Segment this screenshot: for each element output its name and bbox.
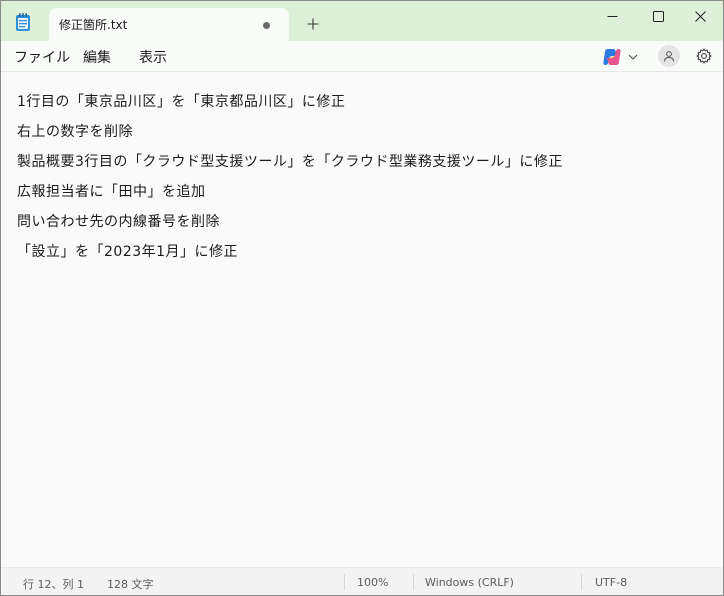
gear-icon [696,48,712,64]
tab-title: 修正箇所.txt [59,18,128,32]
status-bar: 行 12、列 1 128 文字 100% Windows (CRLF) UTF-… [1,567,723,595]
line-ending[interactable]: Windows (CRLF) [425,576,514,589]
notepad-window: 修正箇所.txt ファイル 編集 表示 1行目の「東京品川区」を「東京都品川区」… [0,0,724,596]
menu-view[interactable]: 表示 [139,47,167,67]
zoom-level[interactable]: 100% [357,576,388,589]
chevron-down-icon [628,54,638,60]
text-editor[interactable]: 1行目の「東京品川区」を「東京都品川区」に修正 右上の数字を削除 製品概要3行目… [1,73,723,567]
text-line: 製品概要3行目の「クラウド型支援ツール」を「クラウド型業務支援ツール」に修正 [17,154,563,170]
menu-bar: ファイル 編集 表示 [1,41,723,72]
status-divider [581,574,582,590]
maximize-icon [652,10,664,22]
tab-active-document[interactable]: 修正箇所.txt [49,8,289,41]
text-line: 「設立」を「2023年1月」に修正 [17,244,239,260]
close-icon [694,10,706,22]
close-button[interactable] [677,1,723,31]
text-line: 問い合わせ先の内線番号を削除 [17,214,220,230]
notepad-icon [15,13,31,31]
menu-file[interactable]: ファイル [14,47,70,67]
text-line: 右上の数字を削除 [17,124,133,140]
minimize-icon [607,15,617,17]
minimize-button[interactable] [589,1,635,31]
copilot-icon [603,49,621,65]
profile-icon [664,51,674,62]
unsaved-dot-icon[interactable] [263,22,270,29]
status-divider [413,574,414,590]
plus-icon [307,18,319,30]
encoding[interactable]: UTF-8 [595,576,627,589]
status-divider [344,574,345,590]
settings-button[interactable] [693,45,715,67]
text-line: 1行目の「東京品川区」を「東京都品川区」に修正 [17,94,346,110]
maximize-button[interactable] [635,1,681,31]
copilot-button[interactable] [601,46,643,68]
character-count: 128 文字 [107,578,154,591]
text-line: 広報担当者に「田中」を追加 [17,184,206,200]
title-bar[interactable]: 修正箇所.txt [1,1,723,41]
menu-edit[interactable]: 編集 [83,47,111,67]
cursor-position[interactable]: 行 12、列 1 [23,576,84,592]
new-tab-button[interactable] [299,11,327,37]
editor-content: 1行目の「東京品川区」を「東京都品川区」に修正 右上の数字を削除 製品概要3行目… [17,87,563,267]
profile-button[interactable] [658,45,680,67]
